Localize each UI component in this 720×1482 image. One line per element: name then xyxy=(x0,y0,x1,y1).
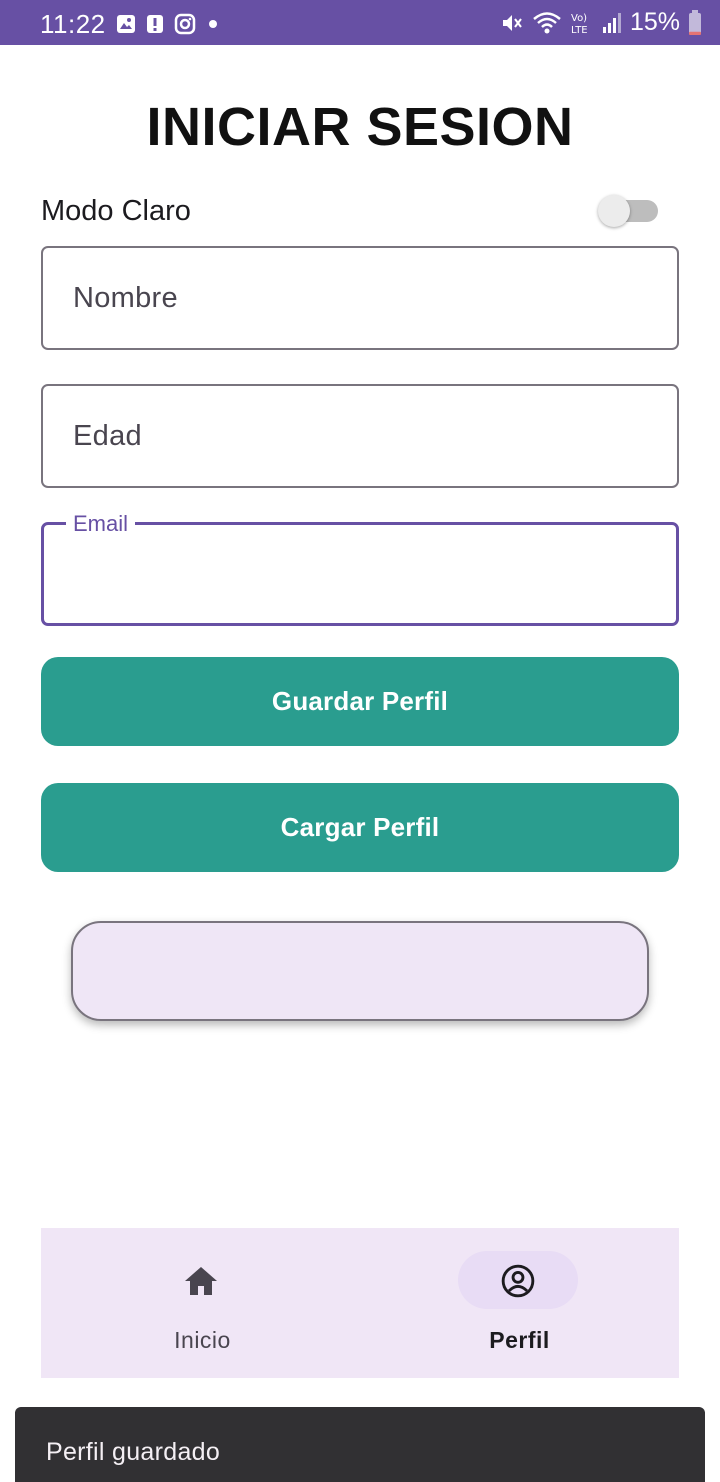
alert-icon xyxy=(146,14,164,34)
bottom-navigation: Inicio Perfil xyxy=(41,1228,679,1378)
email-label: Email xyxy=(66,511,136,537)
instagram-icon xyxy=(174,13,196,35)
profile-display-card xyxy=(71,921,649,1021)
home-icon xyxy=(183,1263,219,1299)
age-placeholder: Edad xyxy=(73,420,142,452)
theme-mode-label: Modo Claro xyxy=(41,195,191,227)
system-icons: Vo) LTE 15% xyxy=(500,8,702,37)
page-title: INICIAR SESION xyxy=(146,97,574,157)
svg-text:Vo): Vo) xyxy=(571,13,587,24)
switch-thumb xyxy=(598,195,630,227)
signal-icon xyxy=(602,11,622,35)
name-field[interactable]: Nombre xyxy=(41,246,679,350)
status-time: 11:22 xyxy=(40,9,106,39)
battery-icon xyxy=(688,9,702,36)
theme-mode-switch[interactable] xyxy=(598,195,658,227)
save-profile-button[interactable]: Guardar Perfil xyxy=(41,657,679,746)
status-bar: 11:22 Vo) LTE 15% xyxy=(0,0,720,45)
nav-label-perfil: Perfil xyxy=(489,1327,550,1353)
snackbar: Perfil guardado xyxy=(15,1407,705,1482)
snackbar-message: Perfil guardado xyxy=(46,1438,221,1466)
volte-icon: Vo) LTE xyxy=(570,10,594,36)
notification-icons xyxy=(116,13,220,35)
battery-percentage: 15% xyxy=(629,8,680,36)
account-circle-icon xyxy=(500,1263,536,1299)
email-field[interactable]: Email xyxy=(41,511,679,626)
age-field[interactable]: Edad xyxy=(41,384,679,488)
svg-text:LTE: LTE xyxy=(571,25,588,36)
nav-item-perfil[interactable]: Perfil xyxy=(360,1228,679,1378)
dot-icon xyxy=(206,17,220,31)
name-placeholder: Nombre xyxy=(73,282,178,314)
nav-label-inicio: Inicio xyxy=(174,1327,231,1353)
nav-item-inicio[interactable]: Inicio xyxy=(41,1228,360,1378)
gallery-icon xyxy=(116,14,136,34)
wifi-icon xyxy=(532,10,562,36)
mute-icon xyxy=(500,11,524,35)
load-profile-button[interactable]: Cargar Perfil xyxy=(41,783,679,872)
